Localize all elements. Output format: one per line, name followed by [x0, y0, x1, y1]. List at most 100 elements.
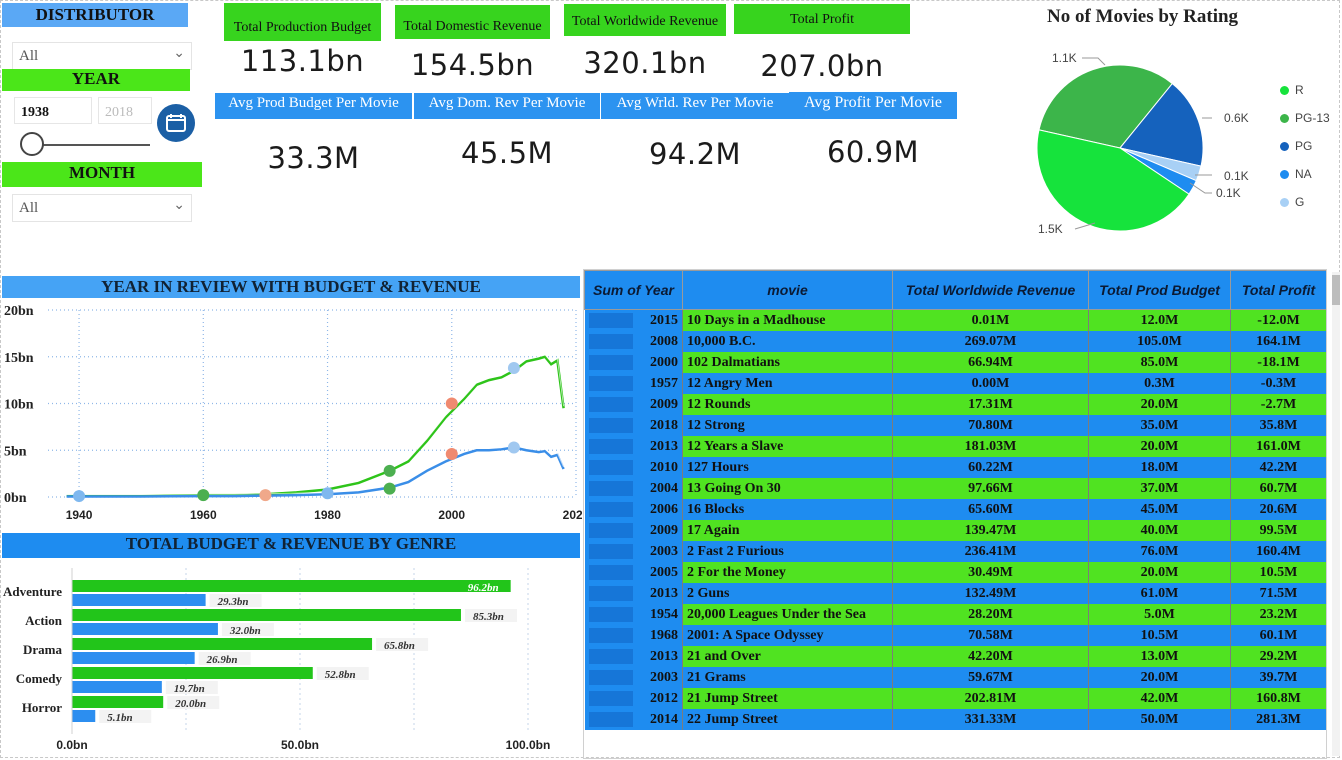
cell-profit: 29.2M	[1230, 646, 1326, 667]
bar-revenue[interactable]	[72, 696, 164, 708]
table-row[interactable]: 2018 12 Strong 70.80M 35.0M 35.8M	[584, 415, 1326, 436]
table-row[interactable]: 2010 127 Hours 60.22M 18.0M 42.2M	[584, 457, 1326, 478]
y-tick-label: 5bn	[4, 444, 27, 459]
calendar-button[interactable]	[157, 104, 195, 142]
line-marker[interactable]	[383, 482, 396, 495]
line-marker[interactable]	[321, 487, 334, 500]
y-tick-label: 20bn	[4, 304, 34, 319]
line-marker[interactable]	[445, 447, 458, 460]
series-line-budget[interactable]	[66, 446, 565, 498]
distributor-dropdown[interactable]: All ⌄	[12, 42, 192, 70]
line-marker[interactable]	[259, 489, 272, 502]
bar-revenue[interactable]	[72, 580, 511, 592]
legend-item-pg-13[interactable]: PG-13	[1280, 111, 1330, 125]
cell-profit: 160.8M	[1230, 688, 1326, 709]
year-databar	[588, 334, 633, 349]
pie-label-pg: 0.6K	[1224, 111, 1249, 125]
column-header-sum-of-year[interactable]: Sum of Year	[584, 270, 683, 310]
table-row[interactable]: 2012 21 Jump Street 202.81M 42.0M 160.8M	[584, 688, 1326, 709]
line-marker[interactable]	[383, 464, 396, 477]
column-header-worldwide-revenue[interactable]: Total Worldwide Revenue	[892, 270, 1089, 310]
table-row[interactable]: 2013 21 and Over 42.20M 13.0M 29.2M	[584, 646, 1326, 667]
cell-movie: 2 Guns	[682, 583, 893, 604]
kpi-total-profit-value: 207.0bn	[760, 49, 884, 83]
cell-profit: 160.4M	[1230, 541, 1326, 562]
cell-worldwide-revenue: 28.20M	[892, 604, 1089, 625]
table-row[interactable]: 2013 12 Years a Slave 181.03M 20.0M 161.0M	[584, 436, 1326, 457]
bar-budget[interactable]	[72, 710, 96, 722]
bar-revenue[interactable]	[72, 609, 461, 621]
legend-item-r[interactable]: R	[1280, 83, 1304, 97]
bar-budget[interactable]	[72, 623, 218, 635]
month-dropdown[interactable]: All ⌄	[12, 194, 192, 222]
table-row[interactable]: 2000 102 Dalmatians 66.94M 85.0M -18.1M	[584, 352, 1326, 373]
cell-prod-budget: 0.3M	[1088, 373, 1231, 394]
cell-profit: 60.1M	[1230, 625, 1326, 646]
table-row[interactable]: 2015 10 Days in a Madhouse 0.01M 12.0M -12.0…	[584, 309, 1326, 331]
line-marker[interactable]	[73, 490, 86, 503]
table-row[interactable]: 1954 20,000 Leagues Under the Sea 28.20M 5.…	[584, 604, 1326, 625]
year-databar	[588, 586, 633, 601]
cell-movie: 127 Hours	[682, 457, 893, 478]
column-header-profit[interactable]: Total Profit	[1230, 270, 1326, 310]
y-tick-label: 15bn	[4, 351, 34, 366]
line-marker[interactable]	[507, 441, 520, 454]
table-row[interactable]: 1968 2001: A Space Odyssey 70.58M 10.5M 60.1…	[584, 625, 1326, 646]
legend-item-g[interactable]: G	[1280, 195, 1304, 209]
legend-label: G	[1295, 195, 1305, 209]
year-slider-handle[interactable]	[20, 132, 44, 156]
table-row[interactable]: 2008 10,000 B.C. 269.07M 105.0M 164.1M	[584, 331, 1326, 352]
line-marker[interactable]	[197, 489, 210, 502]
table-row[interactable]: 1957 12 Angry Men 0.00M 0.3M -0.3M	[584, 373, 1326, 394]
line-marker[interactable]	[507, 361, 520, 374]
year-end-input[interactable]: 2018	[98, 97, 152, 124]
cell-year-text: 1957	[650, 375, 678, 391]
bar-data-label: 26.9bn	[206, 654, 238, 666]
series-line-revenue[interactable]	[66, 355, 565, 498]
cell-profit: 281.3M	[1230, 709, 1326, 730]
table-scrollbar[interactable]	[1332, 272, 1340, 756]
cell-year-text: 2018	[650, 417, 678, 433]
cell-profit: -18.1M	[1230, 352, 1326, 373]
category-label: Comedy	[16, 671, 63, 686]
table-row[interactable]: 2014 22 Jump Street 331.33M 50.0M 281.3M	[584, 709, 1326, 730]
line-marker[interactable]	[445, 397, 458, 410]
table-row[interactable]: 2004 13 Going On 30 97.66M 37.0M 60.7M	[584, 478, 1326, 499]
cell-movie: 12 Years a Slave	[682, 436, 893, 457]
year-start-input[interactable]: 1938	[14, 97, 92, 124]
line-chart-title: YEAR IN REVIEW WITH BUDGET & REVENUE	[2, 276, 580, 298]
cell-profit: 60.7M	[1230, 478, 1326, 499]
bar-revenue[interactable]	[72, 667, 313, 679]
year-databar	[588, 670, 633, 685]
legend-item-pg[interactable]: PG	[1280, 139, 1312, 153]
table-row[interactable]: 2003 2 Fast 2 Furious 236.41M 76.0M 160.4M	[584, 541, 1326, 562]
bar-revenue[interactable]	[72, 638, 373, 650]
cell-prod-budget: 37.0M	[1088, 478, 1231, 499]
table-row[interactable]: 2009 12 Rounds 17.31M 20.0M -2.7M	[584, 394, 1326, 415]
cell-profit: 23.2M	[1230, 604, 1326, 625]
cell-worldwide-revenue: 70.80M	[892, 415, 1089, 436]
pie-label-r: 1.5K	[1038, 222, 1063, 236]
year-slider-track[interactable]	[30, 144, 150, 146]
table-row[interactable]: 2005 2 For the Money 30.49M 20.0M 10.5M	[584, 562, 1326, 583]
table-row[interactable]: 2009 17 Again 139.47M 40.0M 99.5M	[584, 520, 1326, 541]
table-row[interactable]: 2013 2 Guns 132.49M 61.0M 71.5M	[584, 583, 1326, 604]
table-row[interactable]: 2006 16 Blocks 65.60M 45.0M 20.6M	[584, 499, 1326, 520]
table-scrollbar-thumb[interactable]	[1332, 275, 1340, 305]
legend-dot-icon	[1280, 170, 1289, 180]
cell-year-text: 2006	[650, 501, 678, 517]
bar-budget[interactable]	[72, 652, 195, 664]
movie-table[interactable]: Sum of Year movie Total Worldwide Revenu…	[583, 269, 1327, 759]
column-header-movie[interactable]: movie	[682, 270, 893, 310]
cell-year-text: 2013	[650, 438, 678, 454]
cell-year: 2006	[584, 499, 683, 520]
bar-budget[interactable]	[72, 594, 206, 606]
column-header-prod-budget[interactable]: Total Prod Budget	[1088, 270, 1231, 310]
cell-year: 2013	[584, 646, 683, 667]
bar-budget[interactable]	[72, 681, 162, 693]
table-row[interactable]: 2003 21 Grams 59.67M 20.0M 39.7M	[584, 667, 1326, 688]
kpi-total-domestic-revenue-title: Total Domestic Revenue	[395, 5, 550, 39]
cell-worldwide-revenue: 331.33M	[892, 709, 1089, 730]
kpi-total-production-budget-title: Total Production Budget	[224, 3, 381, 41]
legend-item-na[interactable]: NA	[1280, 167, 1312, 181]
